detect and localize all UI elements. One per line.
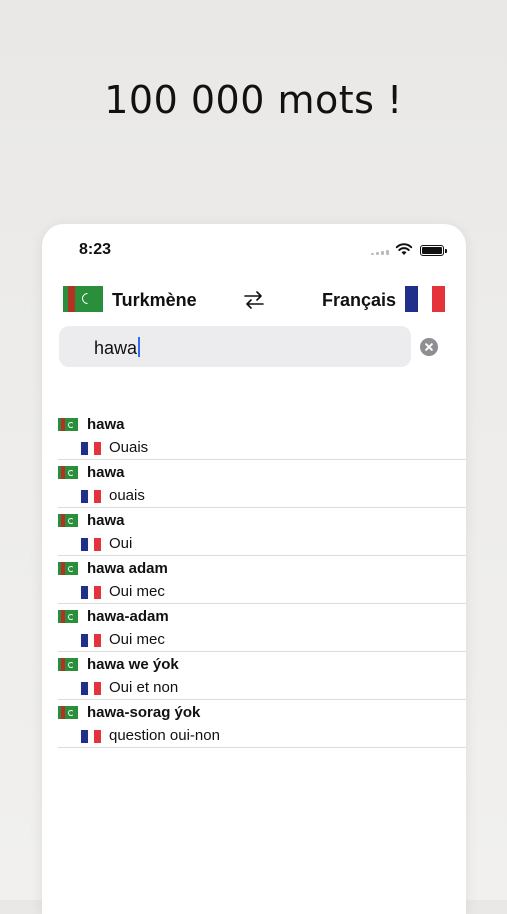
list-item[interactable]: hawa-sorag ýok question oui-non	[58, 700, 466, 748]
battery-icon	[420, 245, 447, 256]
swap-arrows-icon[interactable]	[242, 288, 266, 312]
france-flag-icon	[81, 442, 102, 455]
france-flag-icon	[81, 538, 102, 551]
turkmenistan-flag-icon	[58, 610, 78, 623]
france-flag-icon	[81, 586, 102, 599]
turkmenistan-flag-icon[interactable]	[63, 286, 103, 312]
results-list: hawa Ouais hawa ouais hawa Oui hawa adam…	[42, 412, 466, 748]
turkmenistan-flag-icon	[58, 658, 78, 671]
france-flag-icon	[81, 634, 102, 647]
translation: question oui-non	[109, 727, 220, 744]
list-item[interactable]: hawa adam Oui mec	[58, 556, 466, 604]
wifi-icon	[395, 243, 413, 255]
france-flag-icon	[81, 730, 102, 743]
cellular-signal-icon	[371, 249, 389, 255]
search-input[interactable]: hawa	[59, 326, 411, 367]
term: hawa-adam	[87, 608, 169, 625]
translation: ouais	[109, 487, 145, 504]
term: hawa	[87, 512, 125, 529]
list-item[interactable]: hawa Ouais	[58, 412, 466, 460]
term: hawa we ýok	[87, 656, 179, 673]
turkmenistan-flag-icon	[58, 706, 78, 719]
france-flag-icon	[81, 682, 102, 695]
turkmenistan-flag-icon	[58, 562, 78, 575]
list-item[interactable]: hawa-adam Oui mec	[58, 604, 466, 652]
turkmenistan-flag-icon	[58, 514, 78, 527]
france-flag-icon	[81, 490, 102, 503]
clear-search-icon[interactable]	[420, 338, 438, 356]
term: hawa	[87, 464, 125, 481]
term: hawa-sorag ýok	[87, 704, 201, 721]
turkmenistan-flag-icon	[58, 466, 78, 479]
translation: Oui mec	[109, 583, 165, 600]
target-language[interactable]: Français	[322, 290, 396, 311]
search-value: hawa	[94, 337, 141, 359]
translation: Oui et non	[109, 679, 179, 696]
france-flag-icon[interactable]	[405, 286, 445, 312]
list-item[interactable]: hawa Oui	[58, 508, 466, 556]
source-language[interactable]: Turkmène	[112, 290, 197, 311]
status-time: 8:23	[79, 241, 112, 258]
term: hawa adam	[87, 560, 168, 577]
translation: Oui mec	[109, 631, 165, 648]
language-bar: Turkmène Français	[42, 284, 466, 318]
app-screen: 8:23 Turkmène Français hawa hawa Ouais h…	[42, 224, 466, 914]
text-caret	[138, 337, 141, 357]
headline: 100 000 mots !	[104, 78, 403, 122]
translation: Oui	[109, 535, 133, 552]
turkmenistan-flag-icon	[58, 418, 78, 431]
translation: Ouais	[109, 439, 149, 456]
list-item[interactable]: hawa we ýok Oui et non	[58, 652, 466, 700]
list-item[interactable]: hawa ouais	[58, 460, 466, 508]
term: hawa	[87, 416, 125, 433]
status-bar: 8:23	[42, 224, 466, 276]
